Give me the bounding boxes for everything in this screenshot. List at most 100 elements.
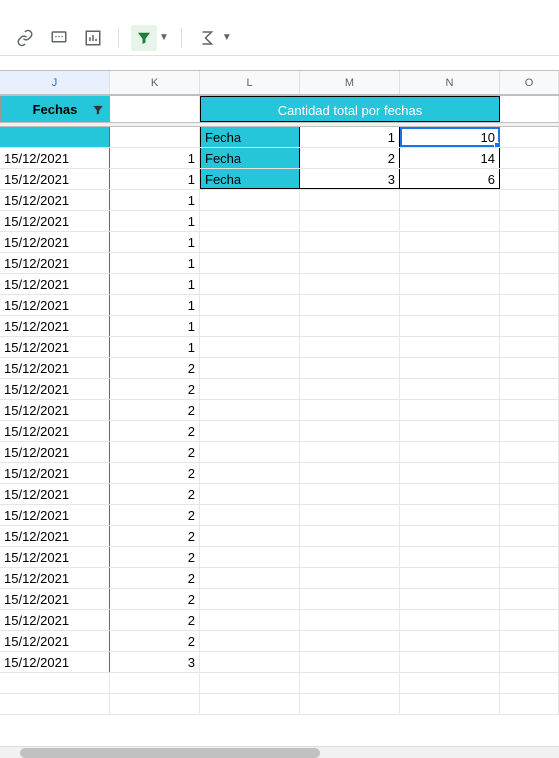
cell[interactable] — [200, 337, 300, 357]
cell[interactable] — [200, 421, 300, 441]
cell[interactable] — [500, 442, 559, 462]
cell[interactable] — [500, 253, 559, 273]
col-header-j[interactable]: J — [0, 71, 110, 94]
cell[interactable] — [400, 442, 500, 462]
cell[interactable] — [400, 673, 500, 693]
cell-j[interactable]: 15/12/2021 — [0, 169, 110, 189]
cell-k[interactable]: 2 — [110, 358, 200, 378]
cell[interactable] — [200, 484, 300, 504]
cell-k[interactable]: 1 — [110, 253, 200, 273]
cell[interactable] — [400, 589, 500, 609]
cell[interactable] — [200, 673, 300, 693]
cell[interactable] — [500, 148, 559, 168]
cell[interactable] — [500, 526, 559, 546]
cell[interactable] — [500, 484, 559, 504]
cell[interactable] — [300, 337, 400, 357]
cell[interactable] — [200, 505, 300, 525]
cell-j[interactable]: 15/12/2021 — [0, 589, 110, 609]
cell[interactable] — [200, 253, 300, 273]
comment-icon[interactable] — [46, 25, 72, 51]
cell[interactable] — [400, 421, 500, 441]
cell-k[interactable]: 2 — [110, 400, 200, 420]
summary-m[interactable]: 2 — [300, 148, 400, 168]
cell[interactable] — [200, 463, 300, 483]
functions-dropdown[interactable]: ▼ — [222, 32, 232, 43]
cell[interactable] — [500, 96, 559, 122]
cell-k[interactable]: 2 — [110, 610, 200, 630]
summary-label[interactable]: Fecha — [200, 148, 300, 168]
cell[interactable] — [500, 673, 559, 693]
cell[interactable] — [200, 379, 300, 399]
cell[interactable] — [500, 337, 559, 357]
cell[interactable] — [400, 295, 500, 315]
cell-j[interactable]: 15/12/2021 — [0, 421, 110, 441]
cell-j[interactable]: 15/12/2021 — [0, 253, 110, 273]
cell[interactable] — [300, 694, 400, 714]
cell[interactable] — [300, 379, 400, 399]
col-header-k[interactable]: K — [110, 71, 200, 94]
cell-j[interactable]: 15/12/2021 — [0, 463, 110, 483]
cell-k[interactable]: 1 — [110, 232, 200, 252]
cell[interactable] — [400, 232, 500, 252]
cell[interactable] — [400, 274, 500, 294]
cell[interactable] — [500, 589, 559, 609]
cell-j[interactable]: 15/12/2021 — [0, 631, 110, 651]
cell[interactable] — [300, 673, 400, 693]
cell[interactable] — [200, 652, 300, 672]
cell-k[interactable]: 2 — [110, 463, 200, 483]
cell[interactable] — [400, 610, 500, 630]
summary-label[interactable]: Fecha — [200, 127, 300, 147]
cell[interactable] — [400, 694, 500, 714]
cell[interactable] — [0, 694, 110, 714]
cell[interactable] — [400, 484, 500, 504]
cell-j[interactable]: 15/12/2021 — [0, 400, 110, 420]
cell-j[interactable]: 15/12/2021 — [0, 190, 110, 210]
cell[interactable] — [300, 610, 400, 630]
cell[interactable] — [400, 400, 500, 420]
cell[interactable] — [200, 190, 300, 210]
cell[interactable] — [200, 694, 300, 714]
cell[interactable] — [500, 694, 559, 714]
cell[interactable] — [400, 463, 500, 483]
cell[interactable] — [400, 526, 500, 546]
grid[interactable]: FechasCantidad total por fechasFecha1101… — [0, 95, 559, 715]
cell[interactable] — [300, 316, 400, 336]
summary-n[interactable]: 6 — [400, 169, 500, 189]
cell[interactable] — [500, 127, 559, 147]
cell[interactable] — [500, 400, 559, 420]
cell[interactable] — [400, 211, 500, 231]
cell-j[interactable]: 15/12/2021 — [0, 547, 110, 567]
cell[interactable] — [200, 232, 300, 252]
cell[interactable] — [300, 190, 400, 210]
cell[interactable] — [400, 190, 500, 210]
col-header-o[interactable]: O — [500, 71, 559, 94]
cell-j[interactable]: 15/12/2021 — [0, 442, 110, 462]
summary-n[interactable]: 14 — [400, 148, 500, 168]
functions-icon[interactable] — [194, 25, 220, 51]
cell-j[interactable]: 15/12/2021 — [0, 316, 110, 336]
cell[interactable] — [300, 253, 400, 273]
cell-k[interactable]: 1 — [110, 211, 200, 231]
cell-j[interactable]: 15/12/2021 — [0, 148, 110, 168]
cell-j[interactable]: 15/12/2021 — [0, 232, 110, 252]
cell-k[interactable]: 2 — [110, 379, 200, 399]
cell[interactable] — [300, 484, 400, 504]
cell-j[interactable]: 15/12/2021 — [0, 505, 110, 525]
cell-j[interactable]: 15/12/2021 — [0, 568, 110, 588]
cell[interactable] — [300, 400, 400, 420]
cell[interactable] — [110, 96, 200, 122]
cell[interactable] — [300, 421, 400, 441]
cell[interactable] — [300, 505, 400, 525]
cell[interactable] — [400, 631, 500, 651]
cell-k[interactable]: 1 — [110, 190, 200, 210]
cell[interactable] — [500, 295, 559, 315]
cell[interactable] — [500, 274, 559, 294]
summary-label[interactable]: Fecha — [200, 169, 300, 189]
cell[interactable] — [300, 547, 400, 567]
cell[interactable] — [200, 211, 300, 231]
cell[interactable] — [500, 190, 559, 210]
link-icon[interactable] — [12, 25, 38, 51]
cell-j[interactable]: 15/12/2021 — [0, 274, 110, 294]
cell-k[interactable] — [110, 127, 200, 147]
cell[interactable] — [500, 358, 559, 378]
